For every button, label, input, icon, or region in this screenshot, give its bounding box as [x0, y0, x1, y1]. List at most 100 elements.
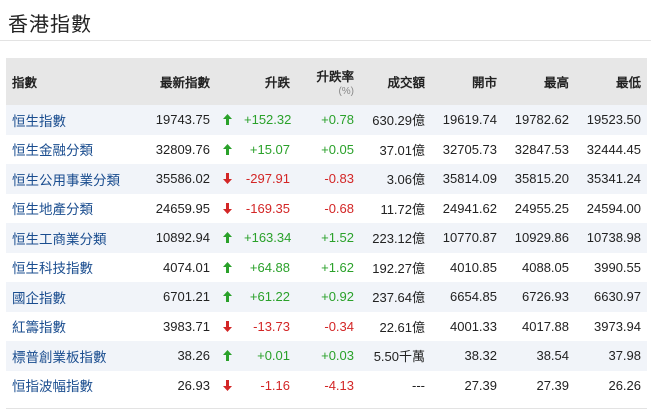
cell-name[interactable]: 標普創業板指數: [6, 341, 141, 371]
cell-pct: -0.83: [324, 171, 355, 187]
arrow-up-icon: [222, 112, 232, 127]
cell-low: 3990.55: [594, 259, 642, 275]
cell-arrow: [216, 194, 238, 224]
table-row[interactable]: 標普創業板指數 38.26 +0.01 +0.03 5.50千萬 38.32 38.54 37…: [6, 341, 648, 371]
cell-open: 4010.85: [450, 259, 498, 275]
cell-low: 10738.98: [586, 230, 642, 246]
cell-high: 19782.62: [514, 112, 570, 128]
cell-pct: +0.92: [321, 289, 355, 305]
cell-turnover: 37.01億: [379, 142, 426, 158]
page-title: 香港指數: [8, 14, 92, 36]
cell-turnover: 3.06億: [386, 172, 426, 188]
cell-last: 19743.75: [155, 112, 210, 128]
header-low[interactable]: 最低: [575, 58, 647, 105]
cell-name[interactable]: 恒生工商業分類: [6, 223, 141, 253]
cell-name[interactable]: 紅籌指數: [6, 312, 141, 342]
cell-high: 10929.86: [514, 230, 570, 246]
cell-turnover: 11.72億: [380, 201, 426, 217]
cell-change: +61.22: [249, 289, 291, 305]
arrow-up-icon: [222, 289, 232, 304]
cell-open: 19619.74: [442, 112, 498, 128]
index-link[interactable]: 恒指波幅指數: [12, 379, 93, 394]
cell-open: 10770.87: [442, 230, 498, 246]
cell-pct: -0.68: [324, 200, 355, 216]
cell-turnover: 192.27億: [372, 260, 426, 276]
cell-change: +152.32: [244, 112, 292, 128]
header-pct-unit: (%): [338, 86, 355, 97]
cell-change: +64.88: [249, 259, 291, 275]
table-row[interactable]: 恒生公用事業分類 35586.02 -297.91 -0.83 3.06億 35814.0…: [6, 164, 648, 194]
cell-change: -297.91: [245, 171, 291, 187]
arrow-down-icon: [222, 378, 232, 393]
cell-arrow: [216, 282, 238, 312]
header-name[interactable]: 指數: [6, 58, 141, 105]
cell-low: 35341.24: [586, 171, 642, 187]
cell-name[interactable]: 恒生地產分類: [6, 194, 141, 224]
cell-pct: -0.34: [324, 318, 355, 334]
index-link[interactable]: 恒生地產分類: [12, 202, 93, 217]
arrow-down-icon: [222, 171, 232, 186]
cell-change: +15.07: [249, 141, 291, 157]
cell-name[interactable]: 恒生金融分類: [6, 135, 141, 165]
cell-name[interactable]: 恒指波幅指數: [6, 371, 141, 401]
index-link[interactable]: 國企指數: [12, 291, 66, 306]
cell-open: 4001.33: [450, 318, 498, 334]
arrow-up-icon: [222, 142, 232, 157]
table-row[interactable]: 恒生科技指數 4074.01 +64.88 +1.62 192.27億 4010.85 40…: [6, 252, 648, 283]
cell-low: 19523.50: [586, 112, 642, 128]
arrow-up-icon: [222, 260, 232, 275]
index-table: 指數 最新指數 升跌 升跌率 (%) 成交額 開市 最高 最低 恒生指數 1974…: [6, 58, 648, 401]
cell-change: +0.01: [257, 348, 291, 364]
cell-high: 24955.25: [514, 200, 570, 216]
index-link[interactable]: 恒生公用事業分類: [12, 173, 120, 188]
cell-name[interactable]: 恒生公用事業分類: [6, 164, 141, 194]
index-link[interactable]: 恒生工商業分類: [12, 232, 107, 247]
index-link[interactable]: 標普創業板指數: [12, 350, 107, 365]
cell-last: 32809.76: [155, 141, 210, 157]
cell-arrow: [216, 164, 238, 194]
header-last[interactable]: 最新指數: [141, 58, 216, 105]
header-high[interactable]: 最高: [503, 58, 575, 105]
cell-turnover: 630.29億: [372, 113, 426, 129]
header-pct[interactable]: 升跌率 (%): [296, 58, 360, 105]
cell-arrow: [216, 312, 238, 342]
cell-name[interactable]: 恒生指數: [6, 105, 141, 135]
cell-change: -13.73: [253, 318, 291, 334]
cell-low: 26.26: [608, 377, 642, 393]
cell-last: 10892.94: [155, 230, 210, 246]
cell-turnover: 237.64億: [372, 290, 426, 306]
table-row[interactable]: 國企指數 6701.21 +61.22 +0.92 237.64億 6654.85 6726…: [6, 282, 648, 312]
cell-turnover: 223.12億: [372, 231, 426, 247]
cell-open: 24941.62: [442, 200, 498, 216]
cell-high: 4017.88: [522, 318, 570, 334]
cell-pct: +0.78: [321, 112, 355, 128]
cell-high: 38.54: [536, 348, 570, 364]
title-divider: [0, 40, 651, 41]
table-row[interactable]: 恒生地產分類 24659.95 -169.35 -0.68 11.72億 24941.62…: [6, 193, 648, 224]
table-header-row: 指數 最新指數 升跌 升跌率 (%) 成交額 開市 最高 最低: [6, 58, 648, 105]
cell-arrow: [216, 223, 238, 253]
cell-last: 6701.21: [163, 289, 210, 305]
table-row[interactable]: 恒生指數 19743.75 +152.32 +0.78 630.29億 19619.74 1…: [6, 105, 648, 135]
table-row[interactable]: 恒生金融分類 32809.76 +15.07 +0.05 37.01億 32705.73 3…: [6, 134, 648, 165]
cell-high: 35815.20: [514, 171, 570, 187]
header-change[interactable]: 升跌: [216, 58, 296, 105]
cell-pct: +0.05: [321, 141, 355, 157]
cell-last: 38.26: [177, 348, 210, 364]
header-open[interactable]: 開市: [431, 58, 503, 105]
index-link[interactable]: 恒生科技指數: [12, 261, 93, 276]
table-row[interactable]: 恒生工商業分類 10892.94 +163.34 +1.52 223.12億 10770.…: [6, 223, 648, 253]
table-row[interactable]: 紅籌指數 3983.71 -13.73 -0.34 22.61億 4001.33 4017.…: [6, 311, 648, 342]
header-turnover[interactable]: 成交額: [360, 58, 431, 105]
cell-pct: +0.03: [321, 348, 355, 364]
cell-last: 3983.71: [163, 318, 210, 334]
table-row[interactable]: 恒指波幅指數 26.93 -1.16 -4.13 --- 27.39 27.39 26.26: [6, 370, 648, 401]
index-link[interactable]: 恒生金融分類: [12, 143, 93, 158]
table-body: 恒生指數 19743.75 +152.32 +0.78 630.29億 19619.74 1…: [6, 105, 648, 401]
index-link[interactable]: 恒生指數: [12, 114, 66, 129]
cell-name[interactable]: 國企指數: [6, 282, 141, 312]
arrow-down-icon: [222, 319, 232, 334]
index-link[interactable]: 紅籌指數: [12, 320, 66, 335]
cell-arrow: [216, 341, 238, 371]
cell-name[interactable]: 恒生科技指數: [6, 253, 141, 283]
